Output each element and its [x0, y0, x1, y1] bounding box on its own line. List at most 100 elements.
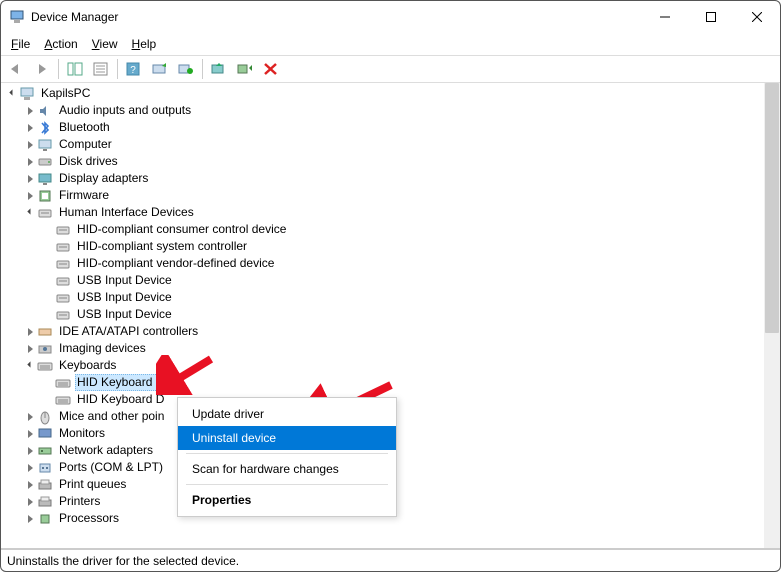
- category-icon: [37, 188, 53, 204]
- context-menu: Update driver Uninstall device Scan for …: [177, 397, 397, 517]
- computer-icon: [19, 86, 35, 102]
- chevron-icon[interactable]: [23, 413, 37, 421]
- tree-category-label: IDE ATA/ATAPI controllers: [57, 323, 200, 340]
- menu-action[interactable]: Action: [38, 35, 83, 53]
- show-hide-tree-button[interactable]: [63, 57, 87, 81]
- device-icon: [55, 222, 71, 238]
- tree-category[interactable]: Keyboards: [1, 357, 764, 374]
- tree-category-label: Human Interface Devices: [57, 204, 196, 221]
- tree-device[interactable]: HID-compliant system controller: [1, 238, 764, 255]
- close-button[interactable]: [734, 1, 780, 33]
- chevron-icon[interactable]: [23, 481, 37, 489]
- context-update-driver[interactable]: Update driver: [178, 402, 396, 426]
- tree-category[interactable]: Audio inputs and outputs: [1, 102, 764, 119]
- scrollbar-thumb[interactable]: [765, 83, 779, 333]
- tree-category[interactable]: Computer: [1, 136, 764, 153]
- device-icon: [55, 392, 71, 408]
- scan-button[interactable]: [148, 57, 172, 81]
- category-icon: [37, 120, 53, 136]
- menu-file[interactable]: File: [5, 35, 36, 53]
- tree-device[interactable]: USB Input Device: [1, 289, 764, 306]
- category-icon: [37, 460, 53, 476]
- tree-device[interactable]: HID-compliant vendor-defined device: [1, 255, 764, 272]
- tree-category-label: Monitors: [57, 425, 107, 442]
- window-controls: [642, 1, 780, 33]
- tree-category-label: Ports (COM & LPT): [57, 459, 165, 476]
- menu-help[interactable]: Help: [126, 35, 163, 53]
- tree-category[interactable]: Human Interface Devices: [1, 204, 764, 221]
- tree-device-label: HID Keyboard D: [75, 391, 166, 408]
- tree-device-label: HID Keyboard D...: [75, 374, 176, 391]
- category-icon: [37, 137, 53, 153]
- chevron-icon[interactable]: [23, 498, 37, 506]
- chevron-icon[interactable]: [23, 141, 37, 149]
- tree-category-label: Printers: [57, 493, 102, 510]
- tree-category[interactable]: IDE ATA/ATAPI controllers: [1, 323, 764, 340]
- add-legacy-button[interactable]: [174, 57, 198, 81]
- tree-category-label: Keyboards: [57, 357, 118, 374]
- tree-root[interactable]: KapilsPC: [1, 85, 764, 102]
- tree-category-label: Firmware: [57, 187, 111, 204]
- context-properties[interactable]: Properties: [178, 488, 396, 512]
- device-icon: [55, 290, 71, 306]
- app-icon: [9, 9, 25, 25]
- tree-category[interactable]: Firmware: [1, 187, 764, 204]
- context-uninstall-device[interactable]: Uninstall device: [178, 426, 396, 450]
- tree-device[interactable]: USB Input Device: [1, 272, 764, 289]
- tree-device[interactable]: USB Input Device: [1, 306, 764, 323]
- status-bar: Uninstalls the driver for the selected d…: [1, 549, 780, 571]
- chevron-icon[interactable]: [23, 447, 37, 455]
- chevron-icon[interactable]: [23, 328, 37, 336]
- menu-view[interactable]: View: [86, 35, 124, 53]
- category-icon: [37, 171, 53, 187]
- device-icon: [55, 375, 71, 391]
- category-icon: [37, 154, 53, 170]
- category-icon: [37, 477, 53, 493]
- tree-device-label: USB Input Device: [75, 306, 174, 323]
- category-icon: [37, 358, 53, 374]
- chevron-down-icon[interactable]: [5, 92, 19, 95]
- category-icon: [37, 511, 53, 527]
- back-button[interactable]: [4, 57, 28, 81]
- toolbar: ?: [1, 55, 780, 83]
- properties-button[interactable]: [89, 57, 113, 81]
- chevron-icon[interactable]: [23, 124, 37, 132]
- category-icon: [37, 443, 53, 459]
- category-icon: [37, 409, 53, 425]
- chevron-icon[interactable]: [23, 192, 37, 200]
- tree-device-label: HID-compliant vendor-defined device: [75, 255, 276, 272]
- chevron-icon[interactable]: [23, 430, 37, 438]
- help-button[interactable]: ?: [122, 57, 146, 81]
- device-icon: [55, 256, 71, 272]
- chevron-icon[interactable]: [23, 158, 37, 166]
- chevron-icon[interactable]: [23, 175, 37, 183]
- chevron-icon[interactable]: [23, 211, 37, 214]
- category-icon: [37, 494, 53, 510]
- chevron-icon[interactable]: [23, 107, 37, 115]
- context-separator: [186, 453, 388, 454]
- tree-category-label: Display adapters: [57, 170, 150, 187]
- disable-button[interactable]: [259, 57, 283, 81]
- update-driver-button[interactable]: [207, 57, 231, 81]
- tree-category[interactable]: Disk drives: [1, 153, 764, 170]
- chevron-icon[interactable]: [23, 364, 37, 367]
- tree-category-label: Audio inputs and outputs: [57, 102, 193, 119]
- chevron-icon[interactable]: [23, 515, 37, 523]
- chevron-icon[interactable]: [23, 464, 37, 472]
- tree-device-label: HID-compliant system controller: [75, 238, 249, 255]
- tree-device[interactable]: HID-compliant consumer control device: [1, 221, 764, 238]
- uninstall-button[interactable]: [233, 57, 257, 81]
- tree-device-label: HID-compliant consumer control device: [75, 221, 288, 238]
- tree-category[interactable]: Bluetooth: [1, 119, 764, 136]
- tree-category[interactable]: Imaging devices: [1, 340, 764, 357]
- tree-device[interactable]: HID Keyboard D...: [1, 374, 764, 391]
- tree-category-label: Disk drives: [57, 153, 120, 170]
- maximize-button[interactable]: [688, 1, 734, 33]
- tree-category[interactable]: Display adapters: [1, 170, 764, 187]
- forward-button[interactable]: [30, 57, 54, 81]
- minimize-button[interactable]: [642, 1, 688, 33]
- chevron-icon[interactable]: [23, 345, 37, 353]
- vertical-scrollbar[interactable]: [764, 83, 780, 548]
- tree-category-label: Print queues: [57, 476, 128, 493]
- context-scan-hardware[interactable]: Scan for hardware changes: [178, 457, 396, 481]
